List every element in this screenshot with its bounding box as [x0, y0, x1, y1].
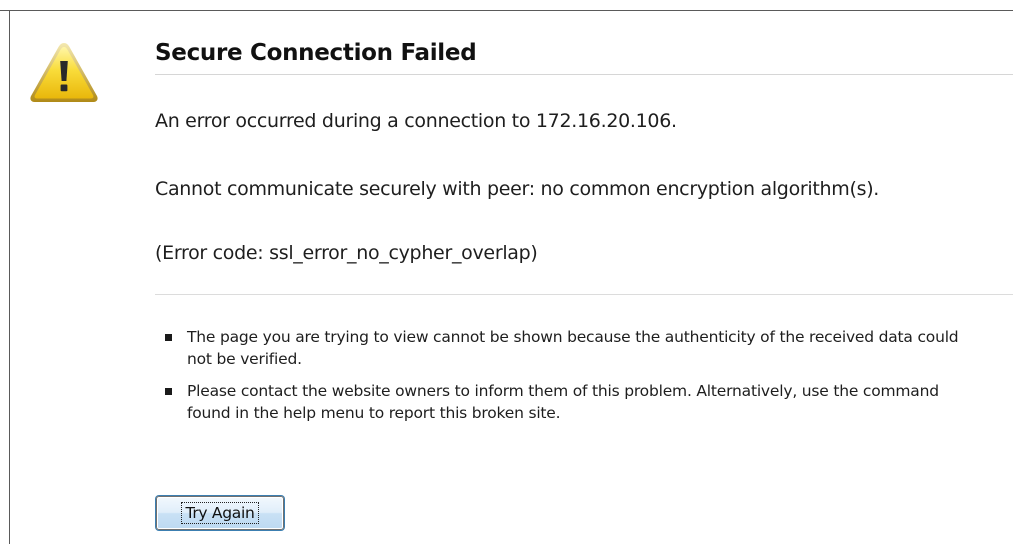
- advice-list: The page you are trying to view cannot b…: [165, 326, 965, 434]
- page-title: Secure Connection Failed: [155, 40, 477, 66]
- list-item-text: Please contact the website owners to inf…: [187, 382, 939, 422]
- try-again-button[interactable]: Try Again: [156, 496, 284, 530]
- bullet-square-icon: [165, 334, 172, 341]
- section-divider: [155, 294, 1013, 295]
- bullet-square-icon: [165, 388, 172, 395]
- error-detail: Cannot communicate securely with peer: n…: [155, 178, 880, 200]
- window-left-border: [9, 10, 10, 544]
- error-description: An error occurred during a connection to…: [155, 110, 677, 132]
- list-item: The page you are trying to view cannot b…: [165, 326, 965, 370]
- list-item: Please contact the website owners to inf…: [165, 380, 965, 424]
- warning-triangle-icon: [30, 43, 98, 102]
- window-top-border: [0, 0, 1013, 11]
- list-item-text: The page you are trying to view cannot b…: [187, 328, 959, 368]
- title-divider: [155, 74, 1013, 75]
- error-code: (Error code: ssl_error_no_cypher_overlap…: [155, 242, 538, 264]
- try-again-label: Try Again: [181, 502, 259, 524]
